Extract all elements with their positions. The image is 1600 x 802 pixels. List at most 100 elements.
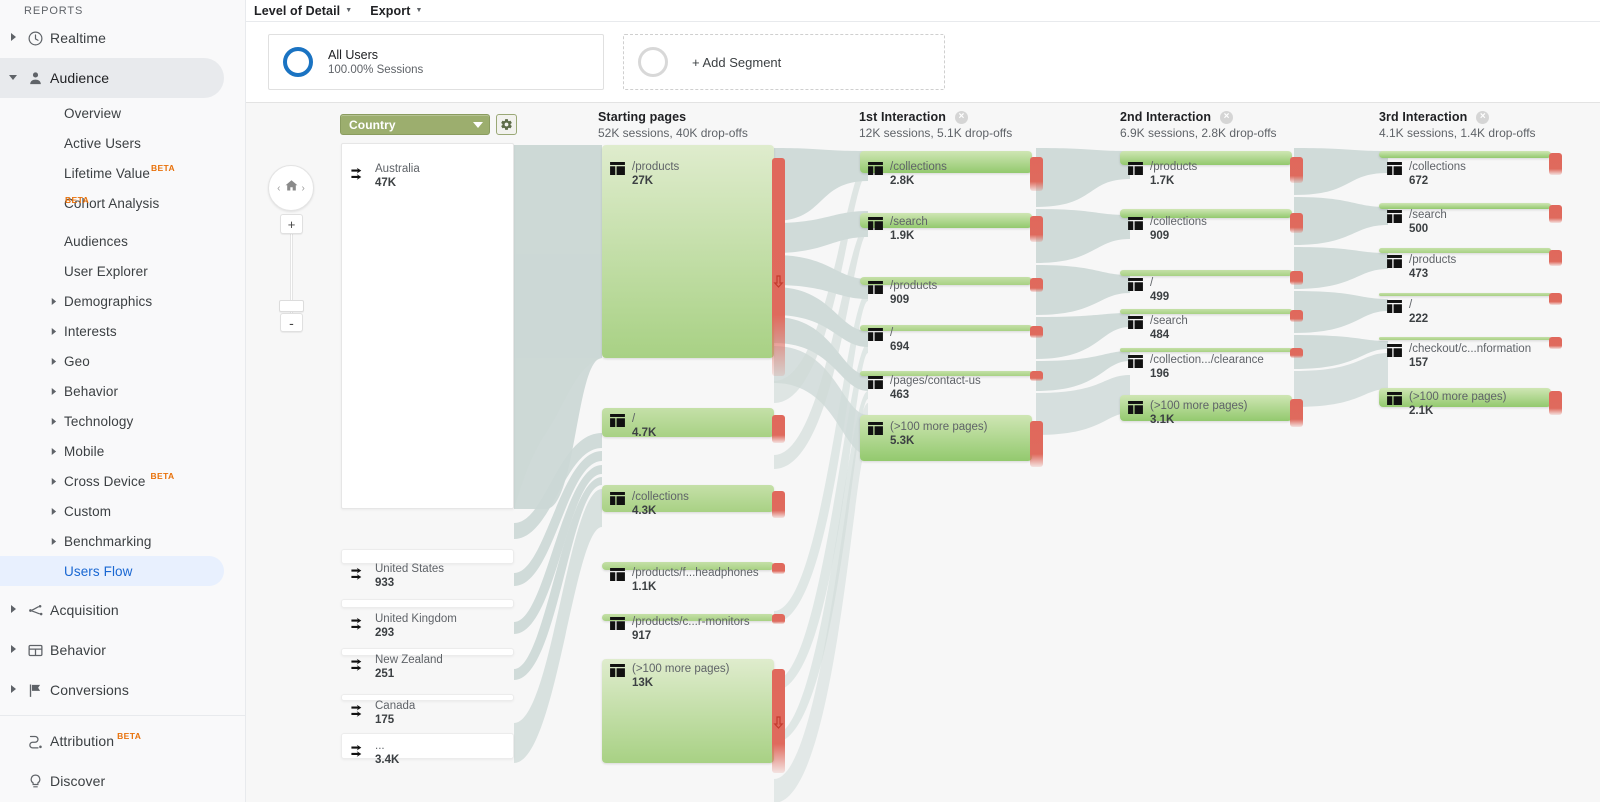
sidebar-item-mobile[interactable]: Mobile [0, 436, 224, 466]
page-node-start-5[interactable] [602, 659, 774, 763]
page-node-int3-1[interactable] [1379, 203, 1551, 209]
dropoff-bar-int2-2[interactable] [1290, 271, 1303, 285]
page-node-int1-0[interactable] [860, 151, 1032, 173]
sidebar-item-technology[interactable]: Technology [0, 406, 224, 436]
dropoff-bar-int3-5[interactable] [1549, 391, 1562, 415]
sidebar-group-behavior[interactable]: Behavior [0, 630, 245, 670]
page-node-int3-0[interactable] [1379, 151, 1551, 158]
dropoff-bar-int1-1[interactable] [1030, 216, 1043, 242]
page-node-int1-5[interactable] [860, 415, 1032, 461]
add-segment-button[interactable]: + Add Segment [623, 34, 945, 90]
page-node-start-4[interactable] [602, 614, 774, 621]
flow-home-button[interactable]: ‹ › [268, 165, 314, 211]
dropoff-bar-start-3[interactable] [772, 563, 785, 574]
page-node-int3-4[interactable] [1379, 337, 1551, 340]
sidebar-item-lifetime-value[interactable]: Lifetime Value BETA [0, 158, 224, 188]
chevron-right-icon[interactable] [50, 297, 64, 305]
page-node-int3-3[interactable] [1379, 293, 1551, 296]
sidebar-item-geo[interactable]: Geo [0, 346, 224, 376]
home-icon[interactable] [284, 178, 299, 198]
dropoff-bar-int2-1[interactable] [1290, 213, 1303, 233]
close-icon[interactable]: × [1220, 110, 1234, 124]
dropoff-bar-int2-4[interactable] [1290, 348, 1303, 358]
sidebar-item-demographics[interactable]: Demographics [0, 286, 224, 316]
dropoff-bar-int1-2[interactable] [1030, 278, 1043, 292]
sidebar-item-custom[interactable]: Custom [0, 496, 224, 526]
zoom-in-button[interactable]: + [280, 214, 303, 234]
chevron-right-icon[interactable] [50, 387, 64, 395]
dropoff-bar-int3-4[interactable] [1549, 337, 1562, 349]
dropoff-bar-int3-2[interactable] [1549, 250, 1562, 266]
sidebar-item-attribution[interactable]: Attribution BETA [0, 721, 245, 761]
page-node-int2-1[interactable] [1120, 209, 1292, 218]
chevron-right-icon[interactable] [6, 33, 20, 43]
page-node-int1-1[interactable] [860, 213, 1032, 228]
page-node-int2-4[interactable] [1120, 348, 1292, 352]
dropoff-bar-start-5[interactable] [772, 669, 785, 773]
sidebar-item-user-explorer[interactable]: User Explorer [0, 256, 224, 286]
sidebar-item-interests[interactable]: Interests [0, 316, 224, 346]
dropoff-bar-start-2[interactable] [772, 491, 785, 518]
dropoff-bar-start-0[interactable] [772, 158, 785, 376]
chevron-right-icon[interactable] [50, 327, 64, 335]
sidebar-group-audience[interactable]: Audience [0, 58, 224, 98]
dropoff-bar-int2-3[interactable] [1290, 310, 1303, 322]
dropoff-bar-start-4[interactable] [772, 614, 785, 624]
close-icon[interactable]: × [954, 110, 968, 124]
page-node-int2-2[interactable] [1120, 270, 1292, 276]
page-node-int3-5[interactable] [1379, 388, 1551, 407]
chevron-right-icon[interactable] [50, 537, 64, 545]
zoom-slider-handle[interactable] [279, 300, 304, 312]
chevron-right-icon[interactable] [50, 417, 64, 425]
dimension-settings-button[interactable] [496, 114, 517, 135]
page-node-int2-5[interactable] [1120, 395, 1292, 421]
next-arrow-icon[interactable]: › [302, 183, 305, 194]
dropoff-bar-int1-4[interactable] [1030, 371, 1043, 381]
sidebar-item-overview[interactable]: Overview [0, 98, 224, 128]
page-node-start-1[interactable] [602, 408, 774, 437]
close-icon[interactable]: × [1476, 110, 1490, 124]
chevron-right-icon[interactable] [6, 685, 20, 695]
sidebar-item-active-users[interactable]: Active Users [0, 128, 224, 158]
dropoff-bar-int3-1[interactable] [1549, 205, 1562, 223]
dropoff-bar-int3-3[interactable] [1549, 293, 1562, 305]
sidebar-item-discover[interactable]: Discover [0, 761, 245, 801]
sidebar-group-acquisition[interactable]: Acquisition [0, 590, 245, 630]
sidebar-item-cohort-analysis[interactable]: Cohort Analysis BETA [0, 188, 224, 218]
page-node-int1-3[interactable] [860, 325, 1032, 331]
page-node-start-0[interactable] [602, 145, 774, 358]
chevron-right-icon[interactable] [50, 447, 64, 455]
page-node-int2-0[interactable] [1120, 151, 1292, 165]
chevron-right-icon[interactable] [50, 507, 64, 515]
dropoff-bar-start-1[interactable] [772, 415, 785, 443]
dropoff-bar-int3-0[interactable] [1549, 153, 1562, 175]
page-node-int2-3[interactable] [1120, 309, 1292, 314]
dropoff-bar-int2-5[interactable] [1290, 399, 1303, 427]
dimension-selector[interactable]: Country [340, 114, 490, 135]
dropoff-bar-int1-5[interactable] [1030, 421, 1043, 467]
sidebar-item-behavior[interactable]: Behavior [0, 376, 224, 406]
chevron-right-icon[interactable] [50, 357, 64, 365]
page-node-start-2[interactable] [602, 485, 774, 512]
page-node-int1-4[interactable] [860, 371, 1032, 376]
level-of-detail-menu[interactable]: Level of Detail ▼ [254, 4, 352, 18]
country-node-united-kingdom[interactable] [341, 599, 514, 608]
chevron-right-icon[interactable] [6, 645, 20, 655]
sidebar-group-conversions[interactable]: Conversions [0, 670, 245, 710]
segment-all-users[interactable]: All Users 100.00% Sessions [268, 34, 604, 90]
sidebar-item-benchmarking[interactable]: Benchmarking [0, 526, 224, 556]
country-node-canada[interactable] [341, 694, 514, 701]
sidebar-item-users-flow[interactable]: Users Flow [0, 556, 224, 586]
sidebar-item-audiences[interactable]: Audiences [0, 226, 224, 256]
prev-arrow-icon[interactable]: ‹ [277, 183, 280, 194]
dropoff-bar-int1-0[interactable] [1030, 157, 1043, 191]
page-node-start-3[interactable] [602, 562, 774, 570]
country-node-new-zealand[interactable] [341, 648, 514, 656]
export-menu[interactable]: Export ▼ [370, 4, 422, 18]
country-node-australia[interactable] [341, 143, 514, 509]
country-node-other[interactable] [341, 733, 514, 759]
chevron-right-icon[interactable] [6, 605, 20, 615]
country-node-united-states[interactable] [341, 549, 514, 564]
sidebar-item-cross-device[interactable]: Cross Device BETA [0, 466, 224, 496]
sidebar-group-realtime[interactable]: Realtime [0, 18, 245, 58]
